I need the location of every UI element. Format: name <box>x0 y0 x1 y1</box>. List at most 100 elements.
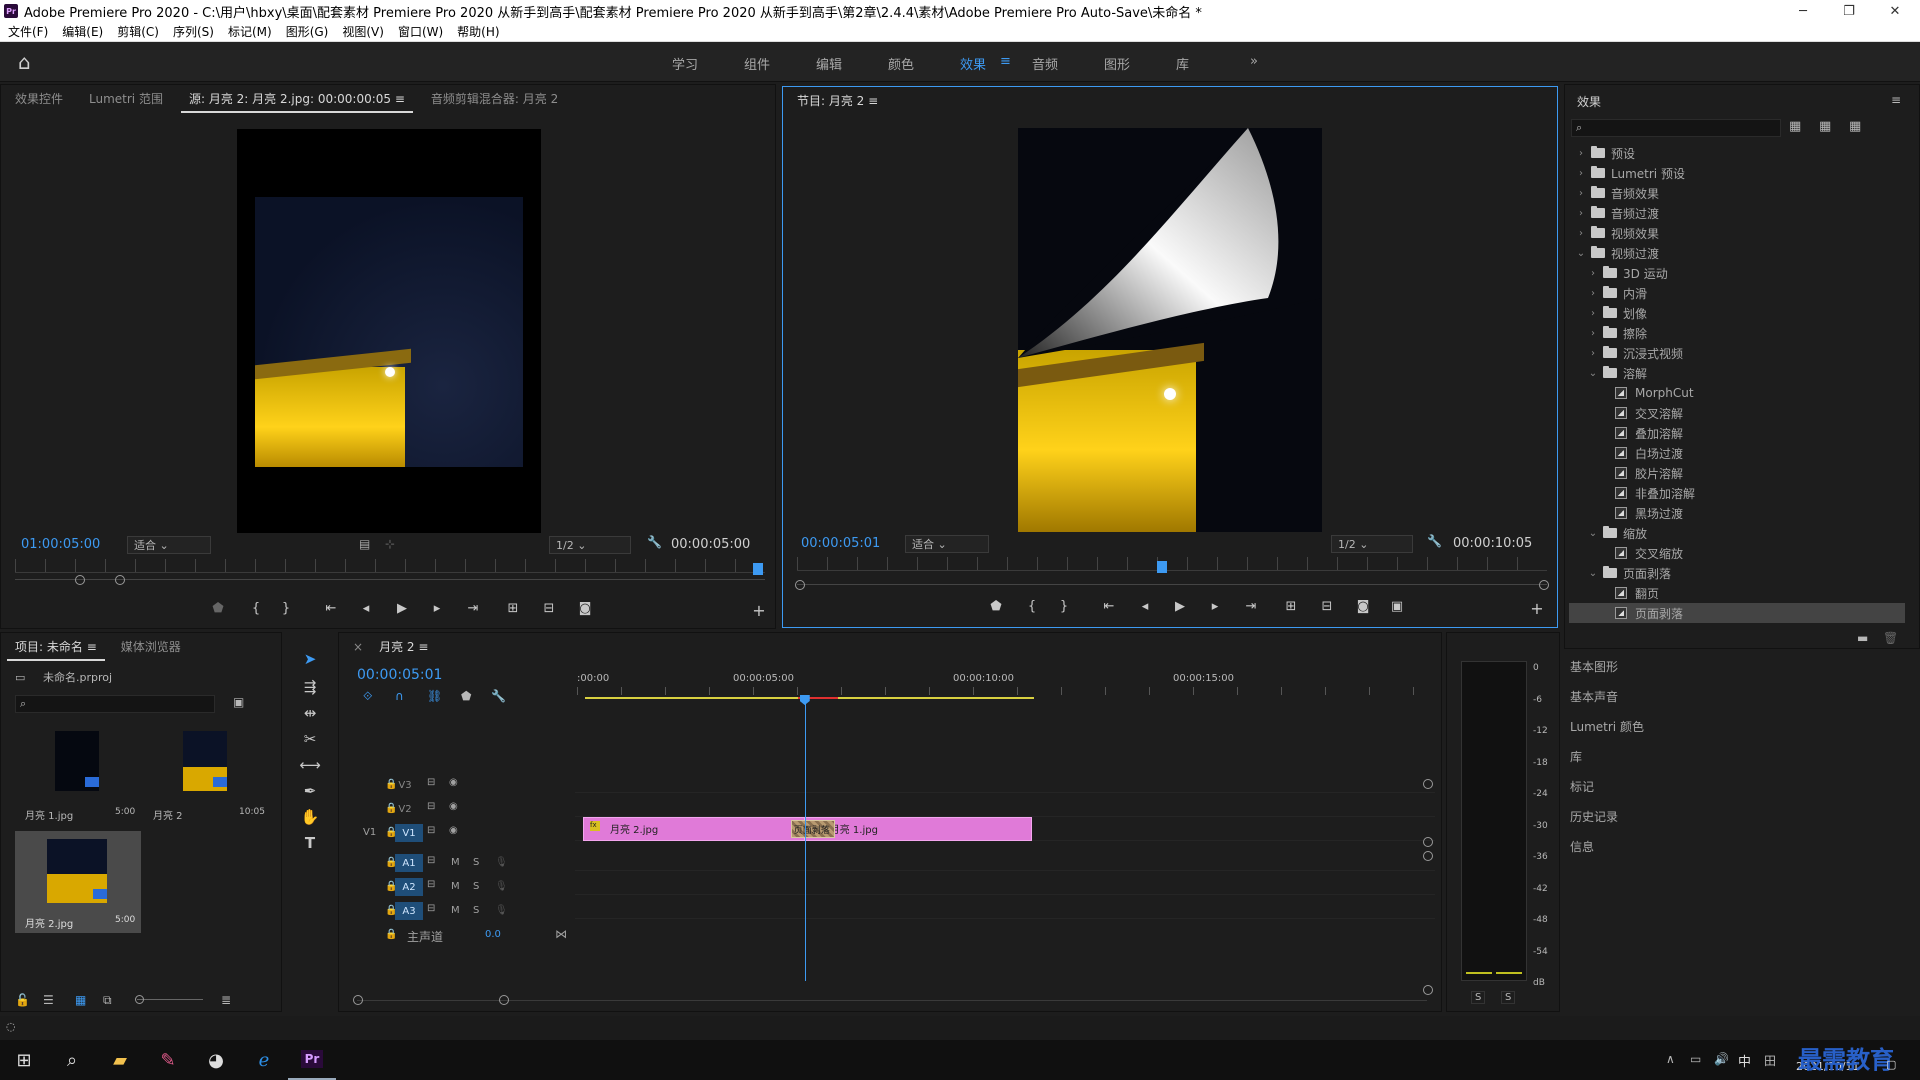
go-to-out-icon[interactable]: ⇥ <box>463 601 483 616</box>
effects-folder[interactable]: › 3D 运动 <box>1569 263 1905 283</box>
play-icon[interactable]: ▶ <box>392 601 412 616</box>
effects-item[interactable]: 胶片溶解 <box>1569 463 1905 483</box>
workspace-libraries[interactable]: 库 <box>1176 54 1189 73</box>
accelerated-effects-icon[interactable]: ▦ <box>1789 119 1801 134</box>
icon-view-icon[interactable]: ▦ <box>75 993 86 1007</box>
insert-clip-icon[interactable]: ⊞ <box>503 601 523 616</box>
chevron-down-icon[interactable]: ⌄ <box>1587 368 1599 379</box>
workspace-effects[interactable]: 效果 <box>960 54 986 73</box>
effects-item[interactable]: 黑场过渡 <box>1569 503 1905 523</box>
lane-v2[interactable] <box>575 793 1435 817</box>
mark-out-icon[interactable]: } <box>276 601 296 616</box>
lane-a1[interactable] <box>575 847 1435 871</box>
home-icon[interactable]: ⌂ <box>18 50 31 74</box>
program-panel-menu-icon[interactable]: ≡ <box>868 94 878 108</box>
solo-button[interactable]: S <box>473 881 479 892</box>
insert-icon[interactable]: ⊹ <box>385 537 395 551</box>
chevron-right-icon[interactable]: › <box>1575 188 1587 199</box>
thumbnail-size-handle[interactable] <box>135 995 144 1004</box>
source-zoom-handle-left[interactable] <box>75 575 85 585</box>
new-folder-icon[interactable]: ▬ <box>1857 631 1868 645</box>
tab-timeline-sequence[interactable]: 月亮 2 ≡ <box>371 633 436 661</box>
add-marker-icon[interactable]: ⬟ <box>208 601 228 616</box>
workspace-color[interactable]: 颜色 <box>888 54 914 73</box>
windows-start-icon[interactable]: ⊞ <box>0 1040 48 1080</box>
mark-in-icon[interactable]: { <box>246 601 266 616</box>
effects-folder[interactable]: ⌄ 溶解 <box>1569 363 1905 383</box>
menu-sequence[interactable]: 序列(S) <box>173 23 214 40</box>
audio-zoom-handle-top[interactable] <box>1423 851 1433 861</box>
solo-right-button[interactable]: S <box>1501 991 1516 1004</box>
effects-folder[interactable]: › 沉浸式视频 <box>1569 343 1905 363</box>
clip-moon1[interactable]: 月亮 1.jpg <box>804 817 1032 841</box>
timeline-horizontal-scrollbar[interactable] <box>357 1000 1427 1001</box>
effects-folder[interactable]: ⌄ 缩放 <box>1569 523 1905 543</box>
workspace-graphics[interactable]: 图形 <box>1104 54 1130 73</box>
program-timecode-in[interactable]: 00:00:05:01 <box>801 536 880 551</box>
panel-essential-sound[interactable]: 基本声音 <box>1570 688 1618 705</box>
chevron-right-icon[interactable]: › <box>1575 208 1587 219</box>
timeline-settings-icon[interactable]: 🔧 <box>491 689 506 703</box>
timeline-panel-menu-icon[interactable]: ≡ <box>418 640 428 654</box>
program-fit-select[interactable]: 适合 ⌄ <box>905 535 989 553</box>
project-item-moon2[interactable]: 月亮 2.jpg 5:00 <box>15 831 141 933</box>
program-go-to-out-icon[interactable]: ⇥ <box>1241 599 1261 614</box>
effects-item[interactable]: 页面剥落 <box>1569 603 1905 623</box>
sync-lock-icon[interactable]: ⊟ <box>427 825 435 836</box>
effects-item[interactable]: 非叠加溶解 <box>1569 483 1905 503</box>
program-time-ruler[interactable] <box>797 557 1547 571</box>
effects-folder[interactable]: › 视频效果 <box>1569 223 1905 243</box>
paint-app-icon[interactable]: ✎ <box>144 1040 192 1080</box>
track-label-a2[interactable]: A2 <box>395 878 423 896</box>
tab-lumetri-scopes[interactable]: Lumetri 范围 <box>81 85 171 113</box>
list-view-icon[interactable]: ☰ <box>43 993 54 1007</box>
maximize-button[interactable]: ❐ <box>1826 0 1872 22</box>
panel-lumetri-color[interactable]: Lumetri 颜色 <box>1570 718 1644 735</box>
chevron-right-icon[interactable]: › <box>1575 168 1587 179</box>
effects-folder[interactable]: › Lumetri 预设 <box>1569 163 1905 183</box>
program-zoom-handle-left[interactable] <box>795 580 805 590</box>
snap-icon[interactable]: ∩ <box>395 689 404 703</box>
program-playhead[interactable] <box>1157 561 1167 573</box>
toggle-output-icon[interactable]: ◉ <box>449 777 458 788</box>
chevron-right-icon[interactable]: › <box>1587 308 1599 319</box>
program-zoom-handle-right[interactable] <box>1539 580 1549 590</box>
project-item-moon1[interactable]: 月亮 1.jpg 5:00 <box>15 727 141 823</box>
sort-icon[interactable]: ≣ <box>221 993 231 1007</box>
program-mark-out-icon[interactable]: } <box>1054 599 1074 614</box>
32bit-effects-icon[interactable]: ▦ <box>1819 119 1831 134</box>
project-search-input[interactable]: ⌕ <box>15 695 215 713</box>
premiere-taskbar-icon[interactable]: Pr <box>288 1040 336 1080</box>
program-wrench-icon[interactable]: 🔧 <box>1427 534 1442 548</box>
tab-source[interactable]: 源: 月亮 2: 月亮 2.jpg: 00:00:00:05 ≡ <box>180 85 413 113</box>
effects-folder[interactable]: ⌄ 页面剥落 <box>1569 563 1905 583</box>
network-icon[interactable]: ▭ <box>1690 1052 1701 1066</box>
workspace-editing[interactable]: 编辑 <box>816 54 842 73</box>
slip-tool-icon[interactable]: ⟷ <box>292 756 328 778</box>
lane-v3[interactable] <box>575 769 1435 793</box>
selection-tool-icon[interactable]: ➤ <box>292 650 328 672</box>
step-back-icon[interactable]: ◂ <box>356 601 376 616</box>
chevron-down-icon[interactable]: ⌄ <box>1587 568 1599 579</box>
menu-clip[interactable]: 剪辑(C) <box>117 23 159 40</box>
track-label-a1[interactable]: A1 <box>395 854 423 872</box>
linked-selection-icon[interactable]: ⛓ <box>427 689 442 703</box>
track-label-v1[interactable]: V1 <box>395 824 423 842</box>
timeline-scroll-handle-right[interactable] <box>499 995 509 1005</box>
volume-icon[interactable]: 🔊 <box>1714 1052 1729 1066</box>
pen-tool-icon[interactable]: ✒ <box>292 782 328 804</box>
menu-view[interactable]: 视图(V) <box>342 23 384 40</box>
track-select-tool-icon[interactable]: ⇶ <box>292 678 328 700</box>
yuv-effects-icon[interactable]: ▦ <box>1849 119 1861 134</box>
timeline-scroll-handle-left[interactable] <box>353 995 363 1005</box>
menu-help[interactable]: 帮助(H) <box>457 23 499 40</box>
source-zoom-bar[interactable] <box>15 579 765 580</box>
add-button-icon[interactable]: + <box>749 601 769 620</box>
panel-markers[interactable]: 标记 <box>1570 778 1594 795</box>
tab-program[interactable]: 节目: 月亮 2 ≡ <box>789 87 886 115</box>
extract-icon[interactable]: ⊟ <box>1317 599 1337 614</box>
program-mark-in-icon[interactable]: { <box>1022 599 1042 614</box>
mute-button[interactable]: M <box>451 881 460 892</box>
workspace-overflow-icon[interactable]: » <box>1250 54 1258 69</box>
effects-item[interactable]: 叠加溶解 <box>1569 423 1905 443</box>
